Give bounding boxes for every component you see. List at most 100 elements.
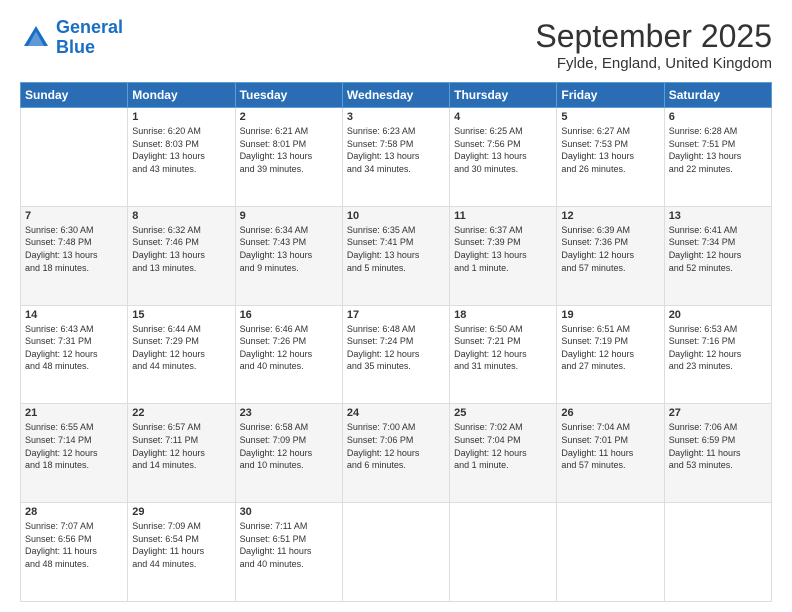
calendar-cell: 17 Sunrise: 6:48 AMSunset: 7:24 PMDayligh… (342, 305, 449, 404)
cell-info: Sunrise: 6:50 AMSunset: 7:21 PMDaylight:… (454, 323, 552, 373)
calendar-cell: 18Sunrise: 6:50 AMSunset: 7:21 PMDayligh… (450, 305, 557, 404)
cell-info: Sunrise: 6:28 AMSunset: 7:51 PMDaylight:… (669, 125, 767, 175)
col-wednesday: Wednesday (342, 83, 449, 108)
calendar-week-4: 21 Sunrise: 6:55 AMSunset: 7:14 PMDayligh… (21, 404, 772, 503)
calendar-cell: 7 Sunrise: 6:30 AMSunset: 7:48 PMDaylight… (21, 206, 128, 305)
logo-blue: Blue (56, 37, 95, 57)
calendar-cell: 20 Sunrise: 6:53 AMSunset: 7:16 PMDayligh… (664, 305, 771, 404)
calendar-header-row: Sunday Monday Tuesday Wednesday Thursday… (21, 83, 772, 108)
calendar-cell: 10Sunrise: 6:35 AMSunset: 7:41 PMDayligh… (342, 206, 449, 305)
cell-info: Sunrise: 6:44 AMSunset: 7:29 PMDaylight:… (132, 323, 230, 373)
main-title: September 2025 (535, 18, 772, 55)
calendar-week-2: 7 Sunrise: 6:30 AMSunset: 7:48 PMDaylight… (21, 206, 772, 305)
cell-info: Sunrise: 6:48 AMSunset: 7:24 PMDaylight:… (347, 323, 445, 373)
calendar-cell: 5 Sunrise: 6:27 AMSunset: 7:53 PMDaylight… (557, 108, 664, 207)
col-friday: Friday (557, 83, 664, 108)
day-number: 3 (347, 111, 445, 123)
day-number: 30 (240, 506, 338, 518)
page: General Blue September 2025 Fylde, Engla… (0, 0, 792, 612)
cell-info: Sunrise: 6:23 AMSunset: 7:58 PMDaylight:… (347, 125, 445, 175)
cell-info: Sunrise: 6:43 AMSunset: 7:31 PMDaylight:… (25, 323, 123, 373)
calendar-cell: 16 Sunrise: 6:46 AMSunset: 7:26 PMDayligh… (235, 305, 342, 404)
day-number: 17 (347, 309, 445, 321)
day-number: 2 (240, 111, 338, 123)
cell-info: Sunrise: 6:46 AMSunset: 7:26 PMDaylight:… (240, 323, 338, 373)
calendar-table: Sunday Monday Tuesday Wednesday Thursday… (20, 82, 772, 602)
cell-info: Sunrise: 6:20 AMSunset: 8:03 PMDaylight:… (132, 125, 230, 175)
cell-info: Sunrise: 7:06 AMSunset: 6:59 PMDaylight:… (669, 421, 767, 471)
day-number: 25 (454, 407, 552, 419)
cell-info: Sunrise: 7:09 AMSunset: 6:54 PMDaylight:… (132, 520, 230, 570)
cell-info: Sunrise: 6:27 AMSunset: 7:53 PMDaylight:… (561, 125, 659, 175)
day-number: 14 (25, 309, 123, 321)
cell-info: Sunrise: 6:53 AMSunset: 7:16 PMDaylight:… (669, 323, 767, 373)
calendar-cell: 2Sunrise: 6:21 AMSunset: 8:01 PMDaylight… (235, 108, 342, 207)
cell-info: Sunrise: 6:41 AMSunset: 7:34 PMDaylight:… (669, 224, 767, 274)
calendar-cell: 23Sunrise: 6:58 AMSunset: 7:09 PMDayligh… (235, 404, 342, 503)
calendar-week-1: 1Sunrise: 6:20 AMSunset: 8:03 PMDaylight… (21, 108, 772, 207)
day-number: 22 (132, 407, 230, 419)
cell-info: Sunrise: 6:34 AMSunset: 7:43 PMDaylight:… (240, 224, 338, 274)
day-number: 6 (669, 111, 767, 123)
cell-info: Sunrise: 6:57 AMSunset: 7:11 PMDaylight:… (132, 421, 230, 471)
calendar-cell: 6 Sunrise: 6:28 AMSunset: 7:51 PMDaylight… (664, 108, 771, 207)
calendar-cell: 24 Sunrise: 7:00 AMSunset: 7:06 PMDayligh… (342, 404, 449, 503)
day-number: 29 (132, 506, 230, 518)
cell-info: Sunrise: 7:07 AMSunset: 6:56 PMDaylight:… (25, 520, 123, 570)
cell-info: Sunrise: 6:55 AMSunset: 7:14 PMDaylight:… (25, 421, 123, 471)
col-sunday: Sunday (21, 83, 128, 108)
calendar-cell: 29 Sunrise: 7:09 AMSunset: 6:54 PMDayligh… (128, 503, 235, 602)
day-number: 28 (25, 506, 123, 518)
calendar-cell: 19Sunrise: 6:51 AMSunset: 7:19 PMDayligh… (557, 305, 664, 404)
day-number: 4 (454, 111, 552, 123)
cell-info: Sunrise: 6:30 AMSunset: 7:48 PMDaylight:… (25, 224, 123, 274)
day-number: 23 (240, 407, 338, 419)
calendar-cell: 13Sunrise: 6:41 AMSunset: 7:34 PMDayligh… (664, 206, 771, 305)
day-number: 16 (240, 309, 338, 321)
calendar-cell: 4Sunrise: 6:25 AMSunset: 7:56 PMDaylight… (450, 108, 557, 207)
day-number: 7 (25, 210, 123, 222)
day-number: 5 (561, 111, 659, 123)
day-number: 24 (347, 407, 445, 419)
calendar-cell: 26Sunrise: 7:04 AMSunset: 7:01 PMDayligh… (557, 404, 664, 503)
col-thursday: Thursday (450, 83, 557, 108)
logo-text: General Blue (56, 18, 123, 58)
calendar-cell: 21 Sunrise: 6:55 AMSunset: 7:14 PMDayligh… (21, 404, 128, 503)
calendar-cell: 9 Sunrise: 6:34 AMSunset: 7:43 PMDaylight… (235, 206, 342, 305)
calendar-cell: 25 Sunrise: 7:02 AMSunset: 7:04 PMDayligh… (450, 404, 557, 503)
logo-icon (20, 22, 52, 54)
day-number: 12 (561, 210, 659, 222)
calendar-cell: 30 Sunrise: 7:11 AMSunset: 6:51 PMDayligh… (235, 503, 342, 602)
subtitle: Fylde, England, United Kingdom (535, 55, 772, 72)
col-saturday: Saturday (664, 83, 771, 108)
cell-info: Sunrise: 7:11 AMSunset: 6:51 PMDaylight:… (240, 520, 338, 570)
calendar-cell (342, 503, 449, 602)
calendar-cell: 22 Sunrise: 6:57 AMSunset: 7:11 PMDayligh… (128, 404, 235, 503)
day-number: 20 (669, 309, 767, 321)
logo: General Blue (20, 18, 123, 58)
cell-info: Sunrise: 6:37 AMSunset: 7:39 PMDaylight:… (454, 224, 552, 274)
cell-info: Sunrise: 7:00 AMSunset: 7:06 PMDaylight:… (347, 421, 445, 471)
calendar-cell (21, 108, 128, 207)
calendar-cell: 8Sunrise: 6:32 AMSunset: 7:46 PMDaylight… (128, 206, 235, 305)
calendar-cell: 27 Sunrise: 7:06 AMSunset: 6:59 PMDayligh… (664, 404, 771, 503)
calendar-week-3: 14 Sunrise: 6:43 AMSunset: 7:31 PMDayligh… (21, 305, 772, 404)
calendar-cell: 15Sunrise: 6:44 AMSunset: 7:29 PMDayligh… (128, 305, 235, 404)
cell-info: Sunrise: 6:51 AMSunset: 7:19 PMDaylight:… (561, 323, 659, 373)
cell-info: Sunrise: 6:39 AMSunset: 7:36 PMDaylight:… (561, 224, 659, 274)
cell-info: Sunrise: 7:04 AMSunset: 7:01 PMDaylight:… (561, 421, 659, 471)
calendar-cell: 14 Sunrise: 6:43 AMSunset: 7:31 PMDayligh… (21, 305, 128, 404)
day-number: 21 (25, 407, 123, 419)
calendar-cell: 28 Sunrise: 7:07 AMSunset: 6:56 PMDayligh… (21, 503, 128, 602)
calendar-week-5: 28 Sunrise: 7:07 AMSunset: 6:56 PMDayligh… (21, 503, 772, 602)
calendar-cell: 1Sunrise: 6:20 AMSunset: 8:03 PMDaylight… (128, 108, 235, 207)
col-monday: Monday (128, 83, 235, 108)
header: General Blue September 2025 Fylde, Engla… (20, 18, 772, 72)
day-number: 27 (669, 407, 767, 419)
title-block: September 2025 Fylde, England, United Ki… (535, 18, 772, 72)
calendar-cell: 11Sunrise: 6:37 AMSunset: 7:39 PMDayligh… (450, 206, 557, 305)
day-number: 8 (132, 210, 230, 222)
cell-info: Sunrise: 7:02 AMSunset: 7:04 PMDaylight:… (454, 421, 552, 471)
calendar-cell: 12 Sunrise: 6:39 AMSunset: 7:36 PMDayligh… (557, 206, 664, 305)
day-number: 9 (240, 210, 338, 222)
